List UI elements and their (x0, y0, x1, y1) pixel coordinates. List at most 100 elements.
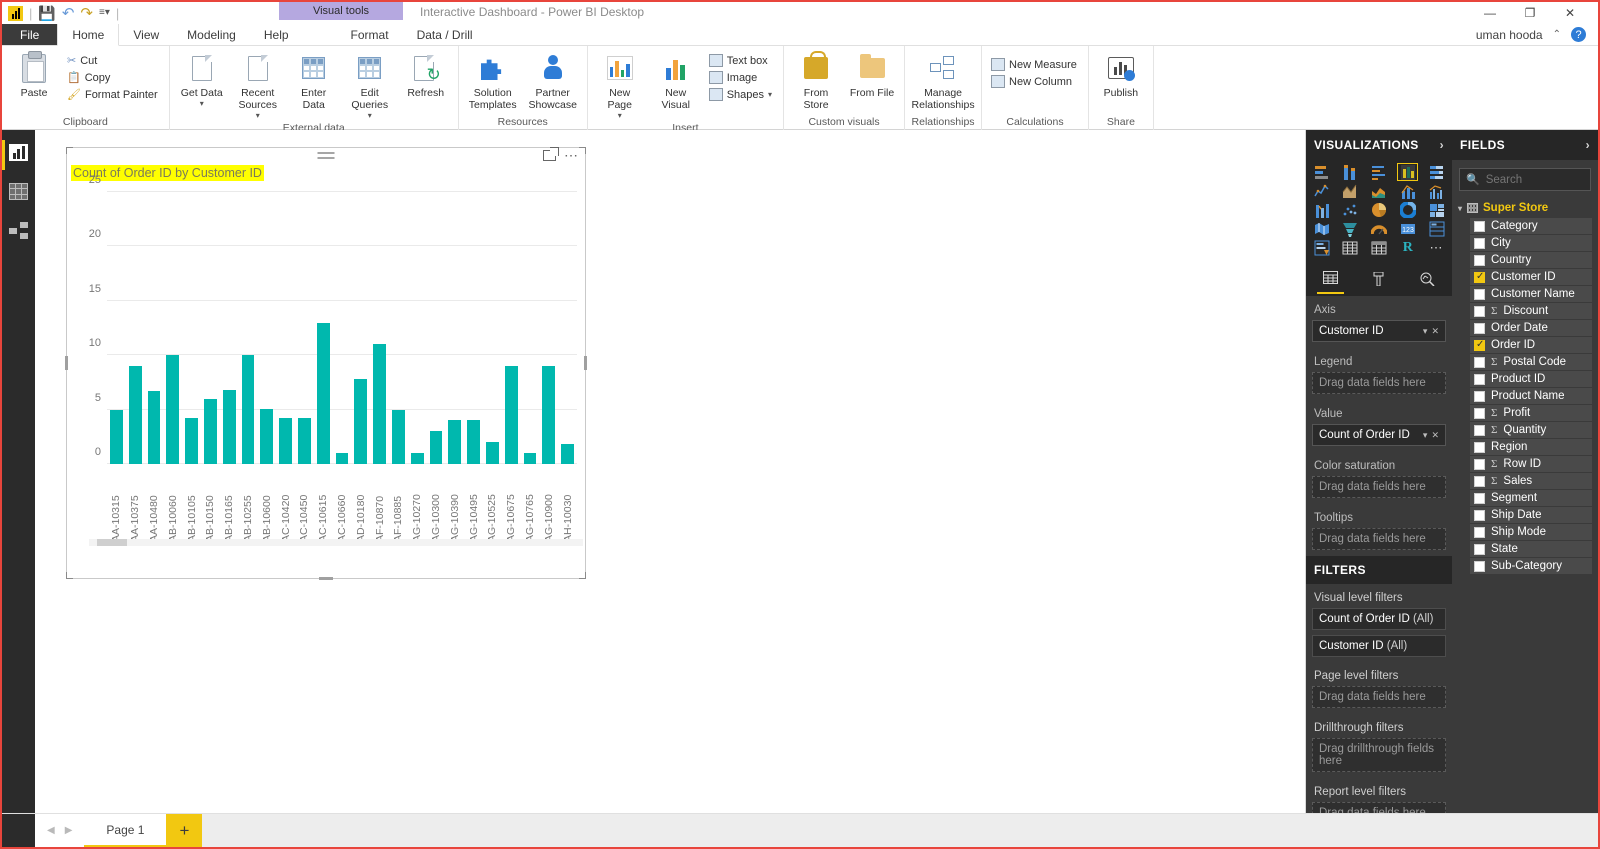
field-well-value[interactable]: Count of Order ID ▾ ✕ (1312, 424, 1446, 446)
field-item-order-date[interactable]: Order Date (1470, 320, 1592, 336)
enter-data-button[interactable]: Enter Data (288, 50, 340, 113)
undo-icon[interactable]: ↶ (62, 6, 75, 21)
chart-bar[interactable] (241, 355, 255, 464)
field-checkbox[interactable] (1474, 407, 1485, 419)
chart-bar[interactable] (448, 420, 462, 464)
focus-mode-icon[interactable] (543, 150, 556, 161)
scatter-chart-icon[interactable] (1340, 201, 1361, 219)
field-checkbox[interactable] (1474, 526, 1485, 538)
recent-sources-button[interactable]: Recent Sources ▾ (232, 50, 284, 122)
slicer-icon[interactable] (1311, 239, 1332, 257)
chart-bar[interactable] (429, 431, 443, 464)
fields-table-node-super-store[interactable]: ▾ Super Store (1452, 199, 1598, 217)
field-checkbox[interactable] (1474, 509, 1485, 521)
collapse-ribbon-icon[interactable]: ⌃ (1553, 29, 1561, 40)
field-checkbox[interactable] (1474, 424, 1485, 436)
field-item-discount[interactable]: Σ Discount (1470, 303, 1592, 319)
100-percent-stacked-bar-chart-icon[interactable] (1426, 163, 1447, 181)
field-item-ship-mode[interactable]: Ship Mode (1470, 524, 1592, 540)
field-checkbox[interactable] (1474, 475, 1485, 487)
chart-bar-column[interactable] (295, 192, 314, 464)
chevron-down-icon[interactable]: ▾ (618, 111, 622, 120)
chart-bar[interactable] (485, 442, 499, 464)
ribbon-tab-help[interactable]: Help (250, 24, 303, 45)
solution-templates-button[interactable]: Solution Templates (465, 50, 521, 113)
field-item-state[interactable]: State (1470, 541, 1592, 557)
funnel-chart-icon[interactable] (1340, 220, 1361, 238)
field-item-product-name[interactable]: Product Name (1470, 388, 1592, 404)
save-icon[interactable]: 💾 (38, 6, 55, 20)
chart-bar-column[interactable] (145, 192, 164, 464)
chart-bar[interactable] (373, 344, 386, 464)
ribbon-tab-home[interactable]: Home (57, 24, 120, 46)
treemap-icon[interactable] (1426, 201, 1447, 219)
ribbon-tab-modeling[interactable]: Modeling (173, 24, 250, 45)
chevron-right-icon[interactable]: › (1440, 138, 1444, 152)
field-well-color-saturation[interactable]: Drag data fields here (1312, 476, 1446, 498)
chevron-down-icon[interactable]: ▾ (768, 90, 772, 99)
chart-bar-column[interactable] (314, 192, 333, 464)
chart-bar-column[interactable] (558, 192, 577, 464)
chart-bar-column[interactable] (126, 192, 145, 464)
chart-bar[interactable] (467, 420, 480, 464)
paste-button[interactable]: Paste (8, 50, 60, 101)
field-well-legend[interactable]: Drag data fields here (1312, 372, 1446, 394)
field-item-ship-date[interactable]: Ship Date (1470, 507, 1592, 523)
field-item-sub-category[interactable]: Sub-Category (1470, 558, 1592, 574)
chart-bar[interactable] (523, 453, 537, 464)
report-canvas[interactable]: ⋯ Count of Order ID by Customer ID 0 5 10 1… (35, 130, 1306, 813)
chart-bar[interactable] (260, 408, 274, 464)
chart-bar[interactable] (335, 453, 349, 464)
chevron-right-icon[interactable]: › (1586, 138, 1590, 152)
field-checkbox[interactable] (1474, 441, 1485, 453)
remove-field-icon[interactable]: ✕ (1431, 326, 1439, 337)
chart-horizontal-scrollbar[interactable] (89, 539, 583, 546)
filter-card[interactable]: Customer ID (All) (1312, 635, 1446, 657)
get-data-button[interactable]: Get Data ▾ (176, 50, 228, 110)
chart-bar[interactable] (391, 409, 405, 464)
new-measure-button[interactable]: New Measure (988, 56, 1082, 73)
partner-showcase-button[interactable]: Partner Showcase (525, 50, 581, 113)
field-item-profit[interactable]: Σ Profit (1470, 405, 1592, 421)
field-item-product-id[interactable]: Product ID (1470, 371, 1592, 387)
chart-bar-column[interactable] (370, 192, 389, 464)
field-checkbox[interactable] (1474, 305, 1485, 317)
clustered-bar-chart-icon[interactable] (1369, 163, 1390, 181)
cut-button[interactable]: ✂ Cut (64, 52, 163, 69)
stacked-bar-chart-icon[interactable] (1311, 163, 1332, 181)
chart-bar[interactable] (147, 391, 161, 464)
field-item-category[interactable]: Category (1470, 218, 1592, 234)
edit-queries-button[interactable]: Edit Queries ▾ (344, 50, 396, 122)
field-item-customer-name[interactable]: Customer Name (1470, 286, 1592, 302)
format-painter-button[interactable]: 🖌 Format Painter (64, 86, 163, 103)
field-checkbox[interactable] (1474, 339, 1485, 351)
chart-bar-column[interactable] (333, 192, 352, 464)
field-item-postal-code[interactable]: Σ Postal Code (1470, 354, 1592, 370)
scrollbar-thumb[interactable] (97, 539, 127, 546)
filter-dropzone[interactable]: Drag drillthrough fields here (1312, 738, 1446, 772)
chart-bar[interactable] (110, 409, 123, 464)
resize-handle-bottom-left[interactable] (66, 572, 73, 579)
area-chart-icon[interactable] (1340, 182, 1361, 200)
filter-dropzone[interactable]: Drag data fields here (1312, 686, 1446, 708)
chart-bar[interactable] (561, 444, 574, 464)
chart-bar[interactable] (297, 418, 311, 464)
donut-chart-icon[interactable] (1397, 201, 1418, 219)
shapes-button[interactable]: Shapes ▾ (706, 86, 777, 103)
ribbon-chart-icon[interactable] (1311, 201, 1332, 219)
new-page-button[interactable]: New Page ▾ (594, 50, 646, 122)
new-visual-button[interactable]: New Visual (650, 50, 702, 113)
field-well-axis[interactable]: Customer ID ▾ ✕ (1312, 320, 1446, 342)
from-file-button[interactable]: From File (846, 50, 898, 101)
drag-handle-icon[interactable] (317, 152, 335, 159)
chevron-down-icon[interactable]: ▾ (1423, 430, 1428, 441)
remove-field-icon[interactable]: ✕ (1431, 430, 1439, 441)
resize-handle-bottom-right[interactable] (579, 572, 586, 579)
tab-analytics[interactable] (1414, 270, 1441, 294)
line-chart-icon[interactable] (1311, 182, 1332, 200)
field-item-quantity[interactable]: Σ Quantity (1470, 422, 1592, 438)
text-box-button[interactable]: Text box (706, 52, 777, 69)
chart-bar[interactable] (185, 418, 198, 464)
field-item-segment[interactable]: Segment (1470, 490, 1592, 506)
field-item-region[interactable]: Region (1470, 439, 1592, 455)
